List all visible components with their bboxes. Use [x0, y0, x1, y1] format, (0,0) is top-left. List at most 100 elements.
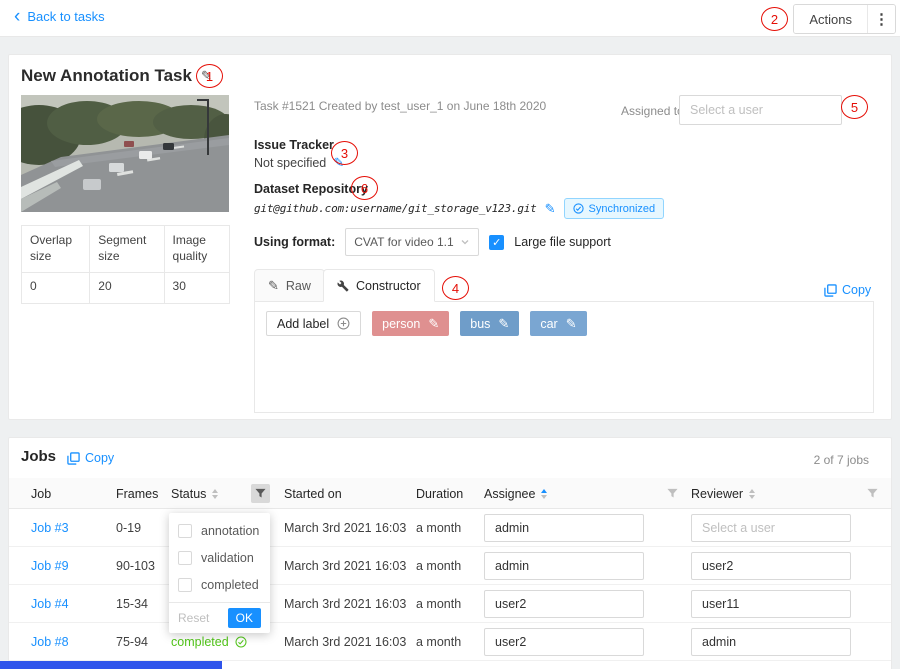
copy-icon — [824, 284, 837, 297]
edit-label-icon[interactable]: ✎ — [428, 316, 439, 332]
reviewer-select[interactable] — [691, 628, 851, 656]
frames-cell: 15-34 — [116, 585, 148, 623]
filter-ok-button[interactable]: OK — [228, 608, 261, 628]
sync-status-badge[interactable]: Synchronized — [564, 198, 665, 219]
param-header-segment: Segment size — [90, 226, 164, 273]
column-label-reviewer: Reviewer — [691, 487, 743, 501]
assignee-select[interactable] — [484, 628, 644, 656]
actions-more-button[interactable]: ⋮ — [868, 5, 895, 33]
column-header-status[interactable]: Status — [171, 478, 218, 509]
column-header-reviewer[interactable]: Reviewer — [691, 478, 755, 509]
duration-cell: a month — [416, 585, 461, 623]
check-circle-icon — [573, 203, 584, 214]
copy-jobs-label: Copy — [85, 451, 114, 465]
repository-url: git@github.com:username/git_storage_v123… — [254, 202, 537, 215]
filter-option-annotation[interactable]: annotation — [169, 517, 270, 544]
filter-option-validation[interactable]: validation — [169, 544, 270, 571]
filter-dropdown-footer: Reset OK — [169, 602, 270, 633]
filter-option-label: annotation — [201, 524, 259, 538]
copy-labels-label: Copy — [842, 283, 871, 297]
ellipsis-vertical-icon: ⋮ — [874, 10, 889, 28]
sort-icon-reviewer[interactable] — [749, 489, 755, 499]
assignee-select[interactable] — [484, 590, 644, 618]
annotation-circle-1: 1 — [196, 64, 223, 88]
column-label-status: Status — [171, 487, 206, 501]
task-preview-image — [21, 95, 229, 212]
funnel-icon — [667, 488, 678, 499]
job-link[interactable]: Job #3 — [31, 509, 69, 547]
edit-label-icon[interactable]: ✎ — [566, 316, 577, 332]
label-name: bus — [470, 317, 490, 331]
jobs-count-label: 2 of 7 jobs — [814, 453, 869, 467]
job-link[interactable]: Job #8 — [31, 623, 69, 661]
filter-option-completed[interactable]: completed — [169, 571, 270, 598]
job-row-1: Job #3 0-19 March 3rd 2021 16:03 a month — [9, 509, 891, 547]
tab-constructor-label: Constructor — [356, 279, 421, 293]
jobs-card: Jobs Copy 2 of 7 jobs Job Frames Status … — [8, 437, 892, 669]
assigned-to-label: Assigned to — [621, 104, 684, 118]
page-title: New Annotation Task — [21, 66, 192, 86]
checkbox-validation[interactable] — [178, 551, 192, 565]
checkbox-completed[interactable] — [178, 578, 192, 592]
filter-option-label: validation — [201, 551, 254, 565]
labels-row: Add label person ✎ bus ✎ car ✎ — [266, 311, 587, 336]
copy-jobs-button[interactable]: Copy — [67, 451, 114, 465]
column-header-duration: Duration — [416, 478, 463, 509]
duration-cell: a month — [416, 623, 461, 661]
column-header-frames: Frames — [116, 478, 158, 509]
back-to-tasks-link[interactable]: ‹ Back to tasks — [14, 9, 105, 24]
label-badge-car[interactable]: car ✎ — [530, 311, 586, 336]
reviewer-select[interactable] — [691, 590, 851, 618]
add-label-button[interactable]: Add label — [266, 311, 361, 336]
filter-reset-button[interactable]: Reset — [178, 611, 209, 625]
checkbox-annotation[interactable] — [178, 524, 192, 538]
reviewer-select[interactable] — [691, 552, 851, 580]
wrench-icon — [337, 280, 349, 292]
edit-label-icon[interactable]: ✎ — [498, 316, 509, 332]
actions-split-button: Actions ⋮ — [793, 4, 896, 34]
param-value-quality: 30 — [164, 273, 229, 304]
reviewer-select[interactable] — [691, 514, 851, 542]
param-value-segment: 20 — [90, 273, 164, 304]
frames-cell: 0-19 — [116, 509, 141, 547]
job-row-4: Job #8 75-94 completed March 3rd 2021 16… — [9, 623, 891, 661]
filter-icon-status[interactable] — [251, 484, 270, 503]
duration-cell: a month — [416, 547, 461, 585]
filter-icon-assignee[interactable] — [663, 484, 682, 503]
label-badge-person[interactable]: person ✎ — [372, 311, 449, 336]
add-label-text: Add label — [277, 317, 329, 331]
copy-labels-button[interactable]: Copy — [824, 283, 871, 297]
sort-icon-status[interactable] — [212, 489, 218, 499]
actions-button[interactable]: Actions — [794, 5, 868, 33]
large-file-support-checkbox[interactable]: ✓ — [489, 235, 504, 250]
job-link[interactable]: Job #9 — [31, 547, 69, 585]
assignee-select[interactable] — [484, 514, 644, 542]
label-badge-bus[interactable]: bus ✎ — [460, 311, 519, 336]
job-row-3: Job #4 15-34 March 3rd 2021 16:03 a mont… — [9, 585, 891, 623]
tab-raw[interactable]: ✎ Raw — [254, 269, 325, 302]
format-select[interactable]: CVAT for video 1.1 — [345, 228, 479, 256]
param-header-overlap: Overlap size — [22, 226, 90, 273]
job-link[interactable]: Job #4 — [31, 585, 69, 623]
frames-cell: 90-103 — [116, 547, 155, 585]
jobs-table-header: Job Frames Status Started on Duration As… — [9, 478, 891, 509]
column-header-assignee[interactable]: Assignee — [484, 478, 547, 509]
annotation-circle-3: 3 — [331, 141, 358, 165]
issue-tracker-value-row: Not specified ✎ — [254, 155, 344, 171]
assignee-select[interactable] — [484, 552, 644, 580]
annotation-circle-6: 6 — [351, 176, 378, 200]
param-value-overlap: 0 — [22, 273, 90, 304]
plus-circle-icon — [337, 317, 350, 330]
sort-icon-assignee[interactable] — [541, 489, 547, 499]
column-label-frames: Frames — [116, 487, 158, 501]
tab-constructor[interactable]: Constructor — [323, 269, 435, 302]
task-parameters-table: Overlap size Segment size Image quality … — [21, 225, 230, 304]
sync-status-label: Synchronized — [589, 203, 656, 215]
annotation-circle-5: 5 — [841, 95, 868, 119]
column-header-job: Job — [31, 478, 51, 509]
filter-option-label: completed — [201, 578, 259, 592]
filter-icon-reviewer[interactable] — [863, 484, 882, 503]
column-label-assignee: Assignee — [484, 487, 535, 501]
edit-repository-icon[interactable]: ✎ — [545, 201, 556, 217]
assigned-to-select[interactable] — [679, 95, 842, 125]
